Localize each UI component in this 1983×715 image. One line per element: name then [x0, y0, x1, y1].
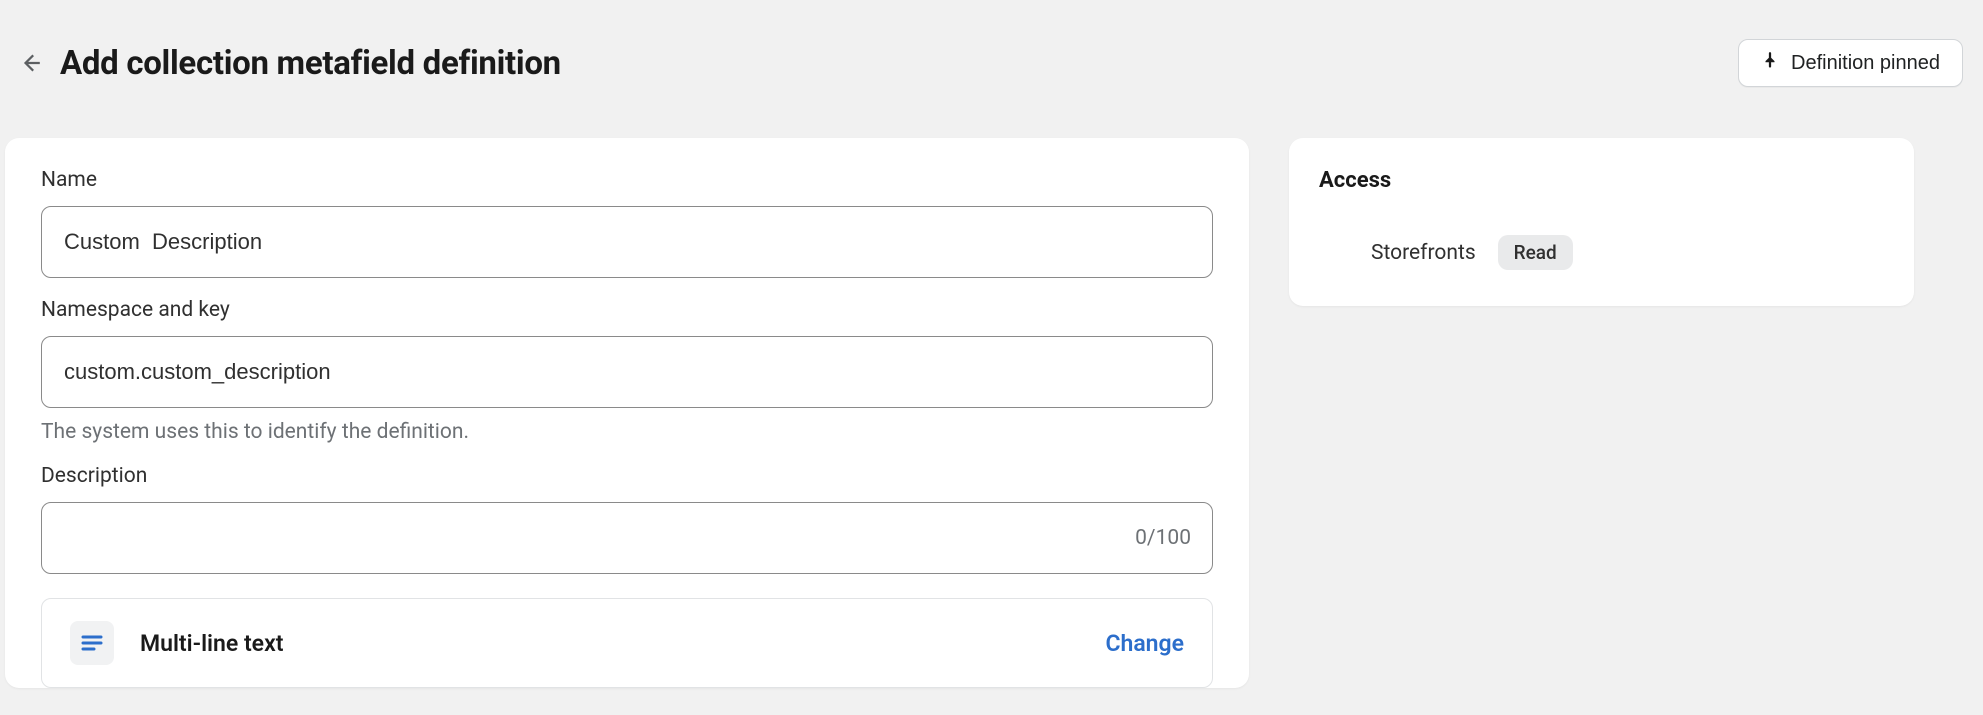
storefronts-label: Storefronts: [1371, 241, 1476, 265]
storefronts-read-badge: Read: [1498, 235, 1573, 270]
namespace-input[interactable]: [41, 336, 1213, 408]
type-label: Multi-line text: [140, 630, 283, 657]
type-row: Multi-line text Change: [41, 598, 1213, 688]
namespace-field-group: Namespace and key The system uses this t…: [41, 298, 1213, 444]
page-title: Add collection metafield definition: [60, 44, 561, 83]
access-card: Access Storefronts Read: [1289, 138, 1914, 306]
change-type-link[interactable]: Change: [1105, 630, 1184, 657]
type-left: Multi-line text: [70, 621, 283, 665]
header-left: Add collection metafield definition: [20, 44, 561, 83]
description-input[interactable]: [41, 502, 1213, 574]
access-heading: Access: [1319, 168, 1884, 193]
definition-form-card: Name Namespace and key The system uses t…: [5, 138, 1249, 688]
description-label: Description: [41, 464, 1213, 488]
name-input[interactable]: [41, 206, 1213, 278]
page-header: Add collection metafield definition Defi…: [0, 0, 1983, 98]
name-label: Name: [41, 168, 1213, 192]
name-field-group: Name: [41, 168, 1213, 278]
definition-pinned-label: Definition pinned: [1791, 52, 1940, 75]
definition-pinned-button[interactable]: Definition pinned: [1738, 39, 1963, 87]
storefronts-access-row[interactable]: Storefronts Read: [1319, 235, 1884, 270]
back-arrow-icon[interactable]: [20, 52, 42, 74]
description-field-group: Description 0/100: [41, 464, 1213, 574]
pin-icon: [1761, 51, 1779, 75]
namespace-helper-text: The system uses this to identify the def…: [41, 420, 1213, 444]
multiline-text-icon: [70, 621, 114, 665]
content-layout: Name Namespace and key The system uses t…: [0, 98, 1983, 688]
namespace-label: Namespace and key: [41, 298, 1213, 322]
